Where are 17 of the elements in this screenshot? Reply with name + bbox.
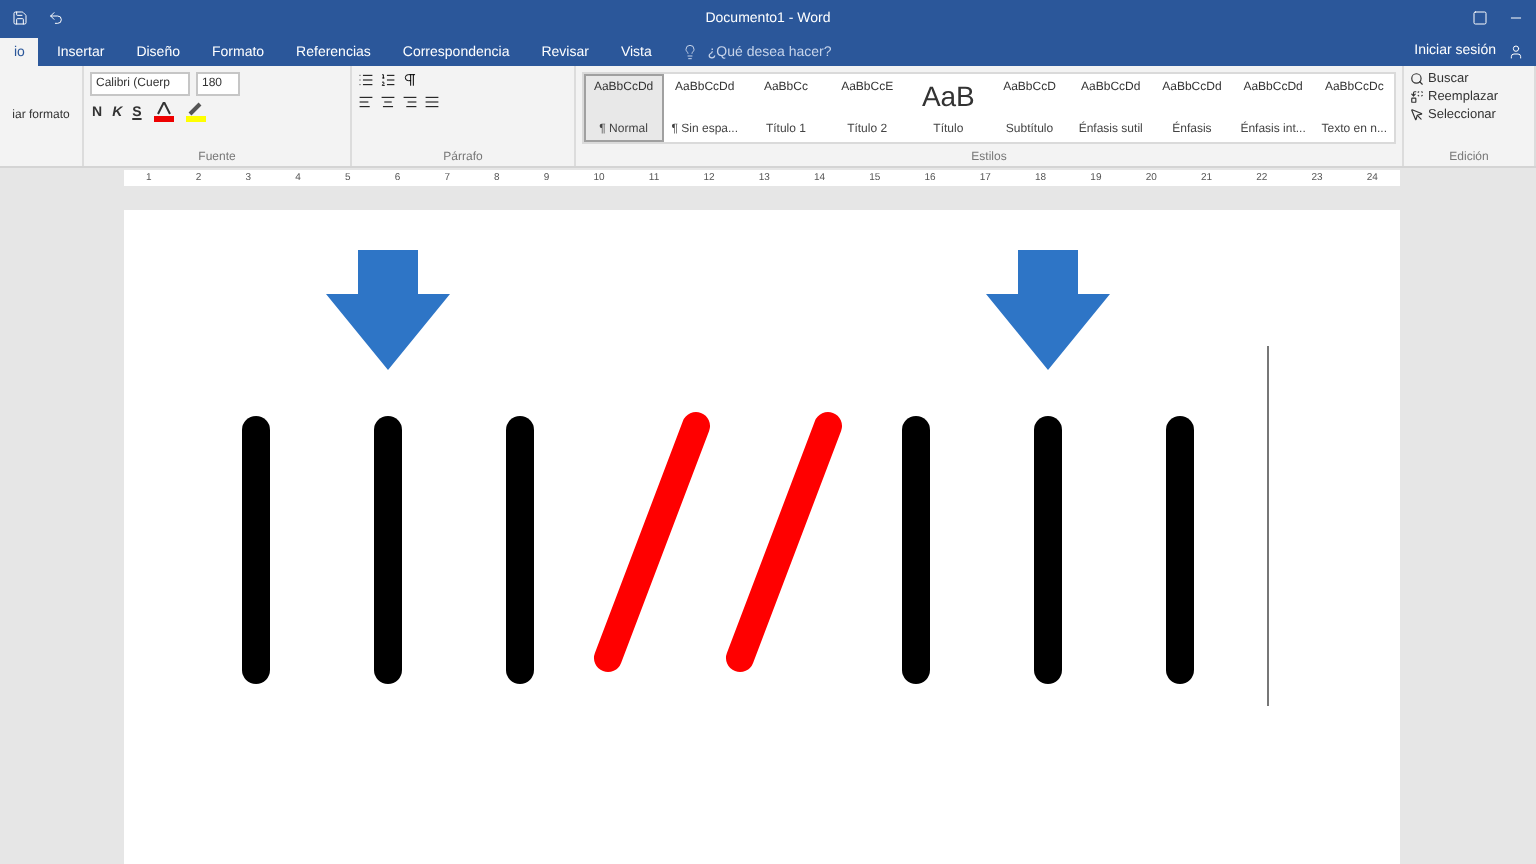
numbering-icon[interactable]	[380, 72, 396, 88]
font-color-icon[interactable]	[149, 102, 178, 122]
user-icon[interactable]	[1508, 43, 1524, 59]
bullets-icon[interactable]	[358, 72, 374, 88]
justify-icon[interactable]	[424, 94, 440, 110]
highlighter-icon[interactable]	[183, 102, 208, 122]
search-icon	[1410, 72, 1424, 86]
cursor-icon	[1410, 108, 1424, 122]
pilcrow-icon[interactable]	[402, 72, 418, 88]
save-icon[interactable]	[12, 10, 28, 26]
align-left-icon[interactable]	[358, 94, 374, 110]
style-preview: AaB	[921, 82, 975, 110]
ribbon-options-icon[interactable]	[1472, 10, 1488, 26]
lightbulb-icon	[681, 44, 698, 60]
align-right-icon[interactable]	[402, 94, 418, 110]
undo-icon[interactable]	[48, 10, 64, 26]
align-center-icon[interactable]	[380, 94, 396, 110]
